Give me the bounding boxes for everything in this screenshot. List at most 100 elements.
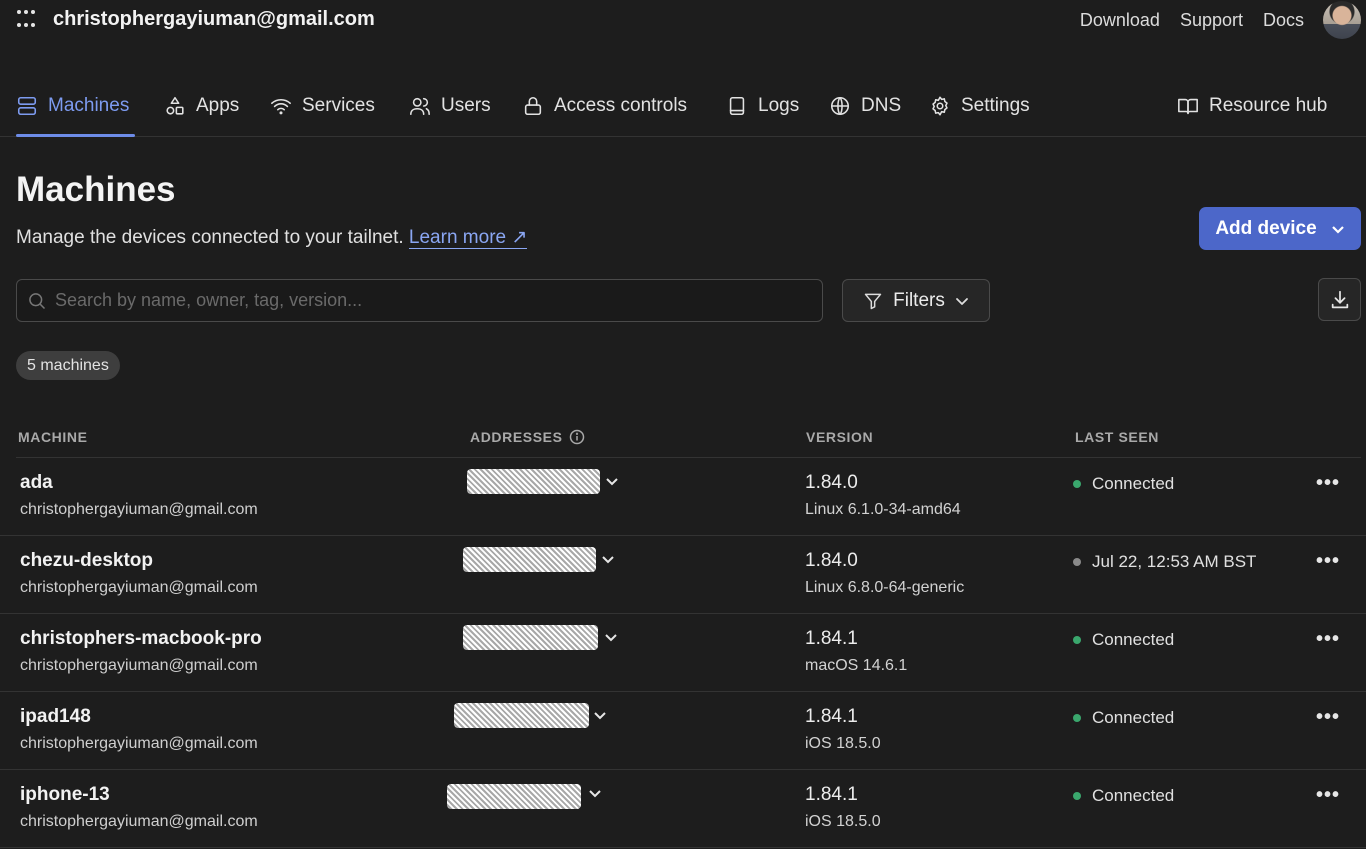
page-title: Machines <box>16 170 176 209</box>
status-dot <box>1073 792 1081 800</box>
logs-icon <box>729 96 745 116</box>
last-seen: Connected <box>1073 630 1174 650</box>
last-seen-text: Connected <box>1092 786 1175 805</box>
app-grid-icon[interactable] <box>17 10 39 32</box>
version: 1.84.0 <box>805 550 858 571</box>
last-seen: Connected <box>1073 786 1174 806</box>
tab-label: Apps <box>196 95 240 116</box>
tab-users[interactable]: Users <box>409 92 491 120</box>
column-header-addresses: ADDRESSES <box>470 429 585 445</box>
page-subtitle: Manage the devices connected to your tai… <box>16 226 528 249</box>
filters-button[interactable]: Filters <box>842 279 990 322</box>
machine-name[interactable]: iphone-13 <box>20 784 110 806</box>
more-options-icon[interactable]: ••• <box>1316 628 1340 651</box>
tab-access-controls[interactable]: Access controls <box>522 92 687 120</box>
machine-owner: christophergayiuman@gmail.com <box>20 735 258 752</box>
tab-label: Access controls <box>554 95 688 116</box>
more-options-icon[interactable]: ••• <box>1316 472 1340 495</box>
tab-label: Services <box>302 95 375 116</box>
account-email[interactable]: christophergayiuman@gmail.com <box>53 8 375 31</box>
tab-apps[interactable]: Apps <box>164 92 239 120</box>
table-row[interactable]: christophers-macbook-pro christophergayi… <box>0 614 1366 692</box>
machine-owner: christophergayiuman@gmail.com <box>20 657 258 674</box>
address-redacted[interactable] <box>447 784 581 809</box>
chevron-down-icon[interactable] <box>588 786 602 800</box>
gear-icon <box>932 96 948 116</box>
search-input[interactable] <box>55 290 795 311</box>
filter-icon <box>864 293 882 309</box>
tab-dns[interactable]: DNS <box>829 92 901 120</box>
chevron-down-icon[interactable] <box>604 630 618 644</box>
apps-icon <box>166 96 184 115</box>
lock-icon <box>524 96 542 116</box>
support-link[interactable]: Support <box>1180 10 1243 31</box>
version: 1.84.1 <box>805 628 858 649</box>
last-seen-text: Jul 22, 12:53 AM BST <box>1092 552 1257 571</box>
main-nav: Machines Apps Services Users Access cont… <box>0 76 1366 137</box>
column-header-last-seen[interactable]: LAST SEEN <box>1075 429 1159 445</box>
avatar[interactable] <box>1323 1 1361 39</box>
table-row[interactable]: ada christophergayiuman@gmail.com 1.84.0… <box>0 458 1366 536</box>
learn-more-link[interactable]: Learn more ↗ <box>408 227 528 249</box>
globe-icon <box>830 96 850 116</box>
machine-name[interactable]: christophers-macbook-pro <box>20 628 262 650</box>
last-seen-text: Connected <box>1092 474 1175 493</box>
os-version: macOS 14.6.1 <box>805 657 908 674</box>
last-seen-text: Connected <box>1092 630 1175 649</box>
address-redacted[interactable] <box>463 547 596 572</box>
search-box <box>16 279 823 322</box>
docs-link[interactable]: Docs <box>1263 10 1304 31</box>
machine-owner: christophergayiuman@gmail.com <box>20 579 258 596</box>
address-redacted[interactable] <box>454 703 589 728</box>
users-icon <box>410 97 430 116</box>
column-header-version[interactable]: VERSION <box>806 429 873 445</box>
chevron-down-icon[interactable] <box>601 552 615 566</box>
tab-label: Users <box>441 95 491 116</box>
table-row[interactable]: chezu-desktop christophergayiuman@gmail.… <box>0 536 1366 614</box>
table-row[interactable]: iphone-13 christophergayiuman@gmail.com … <box>0 770 1366 848</box>
column-header-machine[interactable]: MACHINE <box>18 429 88 445</box>
chevron-down-icon[interactable] <box>593 708 607 722</box>
os-version: Linux 6.8.0-64-generic <box>805 579 965 596</box>
resource-hub-link[interactable]: Resource hub <box>1177 92 1327 120</box>
version: 1.84.0 <box>805 472 858 493</box>
tab-machines[interactable]: Machines <box>16 92 129 120</box>
tab-label: Settings <box>961 95 1030 116</box>
export-button[interactable] <box>1318 278 1361 321</box>
add-device-label: Add device <box>1215 217 1317 239</box>
tab-label: Machines <box>48 95 130 116</box>
more-options-icon[interactable]: ••• <box>1316 550 1340 573</box>
address-redacted[interactable] <box>467 469 600 494</box>
machine-owner: christophergayiuman@gmail.com <box>20 813 258 830</box>
last-seen-text: Connected <box>1092 708 1175 727</box>
server-icon <box>17 96 37 116</box>
book-icon <box>1178 98 1198 115</box>
wifi-icon <box>271 99 291 115</box>
machine-name[interactable]: ipad148 <box>20 706 91 728</box>
last-seen: Connected <box>1073 474 1174 494</box>
more-options-icon[interactable]: ••• <box>1316 784 1340 807</box>
add-device-button[interactable]: Add device <box>1199 207 1361 250</box>
machine-name[interactable]: ada <box>20 472 53 494</box>
tab-logs[interactable]: Logs <box>726 92 799 120</box>
tab-settings[interactable]: Settings <box>929 92 1030 120</box>
more-options-icon[interactable]: ••• <box>1316 706 1340 729</box>
machine-name[interactable]: chezu-desktop <box>20 550 153 572</box>
top-links: Download Support Docs <box>1080 10 1304 31</box>
last-seen: Jul 22, 12:53 AM BST <box>1073 552 1256 572</box>
table-row[interactable]: ipad148 christophergayiuman@gmail.com 1.… <box>0 692 1366 770</box>
address-redacted[interactable] <box>463 625 598 650</box>
machine-count-badge: 5 machines <box>16 351 120 380</box>
machine-owner: christophergayiuman@gmail.com <box>20 501 258 518</box>
tab-label: DNS <box>861 95 902 116</box>
tab-label: Logs <box>758 95 800 116</box>
tab-services[interactable]: Services <box>270 92 375 120</box>
info-icon[interactable] <box>569 429 585 445</box>
download-link[interactable]: Download <box>1080 10 1160 31</box>
filters-label: Filters <box>893 289 945 311</box>
chevron-down-icon[interactable] <box>605 474 619 488</box>
column-header-label: ADDRESSES <box>470 429 563 445</box>
version: 1.84.1 <box>805 706 858 727</box>
column-header-label: VERSION <box>806 429 874 445</box>
subtitle-text: Manage the devices connected to your tai… <box>16 227 404 248</box>
